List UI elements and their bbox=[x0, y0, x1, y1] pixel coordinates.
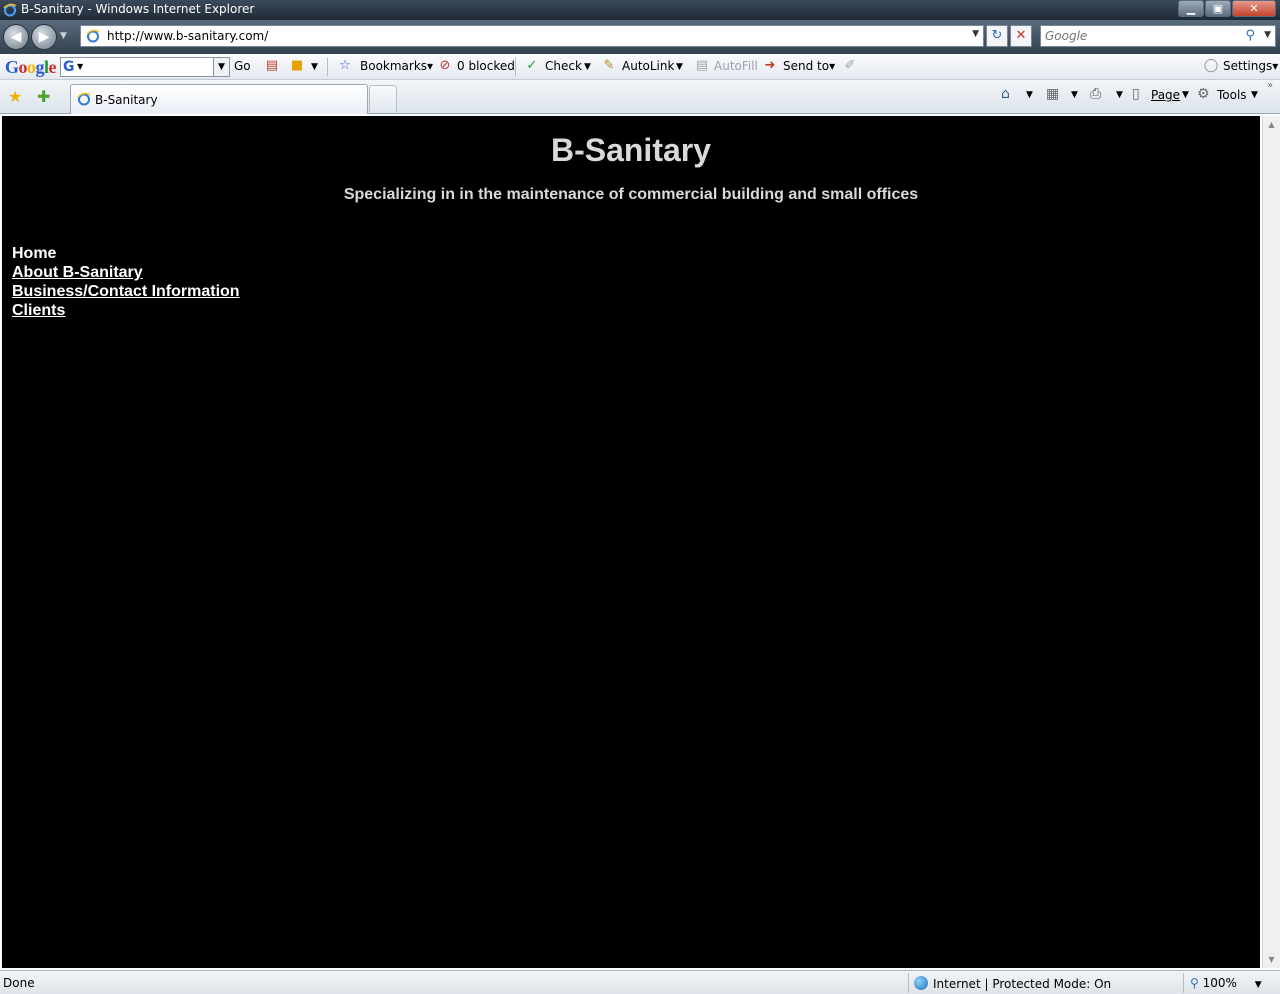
autolink-dropdown-icon[interactable]: ▼ bbox=[676, 62, 683, 72]
google-toolbar: Google G ▼ ▼ Go ▤ ■ ▼ ☆ Bookmarks▾ ⊘ 0 b… bbox=[0, 54, 1280, 80]
highlighter-icon[interactable]: ✐ bbox=[842, 58, 858, 74]
scroll-down-arrow-icon[interactable]: ▼ bbox=[1263, 951, 1280, 968]
vertical-scrollbar[interactable]: ▲ ▼ bbox=[1262, 116, 1280, 968]
page-content: B-Sanitary Specializing in in the mainte… bbox=[2, 116, 1260, 968]
google-go-button[interactable]: Go bbox=[234, 59, 251, 73]
tab-label: B-Sanitary bbox=[95, 93, 158, 107]
print-icon[interactable]: ⎙ bbox=[1090, 86, 1101, 102]
popular-icon[interactable]: ■ bbox=[289, 58, 305, 74]
google-g-dropdown-icon[interactable]: ▼ bbox=[77, 62, 83, 71]
status-separator bbox=[1183, 973, 1184, 993]
nav-home: Home bbox=[12, 245, 57, 262]
settings-icon[interactable]: ◯ bbox=[1203, 58, 1219, 74]
home-icon[interactable]: ⌂ bbox=[1001, 86, 1010, 102]
zoom-dropdown-icon[interactable]: ▼ bbox=[1255, 980, 1262, 990]
site-navigation: Home About B-Sanitary Business/Contact I… bbox=[12, 244, 240, 320]
news-icon[interactable]: ▤ bbox=[264, 58, 280, 74]
google-g-icon[interactable]: G bbox=[63, 59, 75, 75]
page-icon bbox=[86, 29, 100, 43]
forward-button[interactable]: ▶ bbox=[31, 24, 57, 50]
google-logo[interactable]: Google bbox=[5, 57, 57, 78]
tab-b-sanitary[interactable]: B-Sanitary bbox=[70, 84, 368, 114]
feeds-icon[interactable]: ▦ bbox=[1046, 86, 1059, 102]
autolink-button[interactable]: AutoLink bbox=[622, 59, 674, 73]
page-dropdown-icon[interactable]: ▼ bbox=[1182, 90, 1189, 100]
nav-link-clients[interactable]: Clients bbox=[12, 302, 65, 319]
autofill-button[interactable]: AutoFill bbox=[714, 59, 758, 73]
page-menu-button[interactable]: Page bbox=[1151, 88, 1180, 102]
tools-gear-icon[interactable]: ⚙ bbox=[1197, 86, 1210, 102]
window-controls: ▁ ▣ ✕ bbox=[1177, 0, 1276, 18]
feeds-dropdown-icon[interactable]: ▼ bbox=[1071, 90, 1078, 100]
check-dropdown-icon[interactable]: ▼ bbox=[584, 62, 591, 72]
toolbar-separator bbox=[515, 58, 516, 76]
bookmarks-button[interactable]: Bookmarks▾ bbox=[360, 59, 433, 73]
google-search-input[interactable]: G ▼ ▼ bbox=[60, 57, 230, 77]
ie-logo-icon bbox=[3, 3, 17, 17]
security-zone[interactable]: Internet | Protected Mode: On bbox=[914, 976, 1111, 991]
settings-button[interactable]: Settings▾ bbox=[1223, 59, 1278, 73]
autolink-wand-icon[interactable]: ✎ bbox=[601, 58, 617, 74]
nav-link-about[interactable]: About B-Sanitary bbox=[12, 264, 143, 281]
more-dropdown-icon[interactable]: ▼ bbox=[311, 62, 318, 72]
recent-pages-dropdown-icon[interactable]: ▼ bbox=[60, 31, 67, 41]
address-dropdown-icon[interactable]: ▼ bbox=[972, 29, 979, 39]
add-favorites-icon[interactable]: ✚ bbox=[37, 87, 50, 106]
refresh-button[interactable]: ↻ bbox=[986, 25, 1008, 47]
window-title: B-Sanitary - Windows Internet Explorer bbox=[21, 2, 255, 16]
google-search-dropdown-icon[interactable]: ▼ bbox=[213, 58, 229, 76]
search-options-dropdown-icon[interactable]: ▼ bbox=[1264, 30, 1271, 40]
zoom-value: 100% bbox=[1202, 976, 1237, 990]
bookmarks-star-icon[interactable]: ☆ bbox=[337, 58, 353, 74]
minimize-button[interactable]: ▁ bbox=[1178, 0, 1204, 17]
send-to-icon[interactable]: ➜ bbox=[762, 58, 778, 74]
close-button[interactable]: ✕ bbox=[1232, 0, 1276, 17]
print-dropdown-icon[interactable]: ▼ bbox=[1116, 90, 1123, 100]
scroll-up-arrow-icon[interactable]: ▲ bbox=[1263, 116, 1280, 133]
back-button[interactable]: ◀ bbox=[3, 24, 29, 50]
tab-bar: ★ ✚ B-Sanitary ⌂ ▼ ▦ ▼ ⎙ ▼ ▯ Page ▼ ⚙ To… bbox=[0, 80, 1280, 114]
site-subtitle: Specializing in in the maintenance of co… bbox=[343, 186, 919, 203]
new-tab-button[interactable] bbox=[369, 85, 397, 112]
nav-link-business-contact[interactable]: Business/Contact Information bbox=[12, 283, 240, 300]
ie-page-icon bbox=[77, 92, 91, 106]
status-text: Done bbox=[3, 976, 35, 990]
search-input[interactable] bbox=[1045, 28, 1235, 44]
maximize-button[interactable]: ▣ bbox=[1205, 0, 1231, 17]
favorites-star-icon[interactable]: ★ bbox=[8, 87, 22, 106]
zoom-magnifier-icon: ⚲ bbox=[1190, 976, 1199, 990]
tools-dropdown-icon[interactable]: ▼ bbox=[1251, 90, 1258, 100]
site-title: B-Sanitary bbox=[550, 132, 712, 168]
page-menu-icon[interactable]: ▯ bbox=[1132, 86, 1140, 102]
search-box[interactable]: ⚲ ▼ bbox=[1040, 25, 1276, 47]
popup-blocked-count[interactable]: 0 blocked bbox=[457, 59, 515, 73]
stop-button[interactable]: ✕ bbox=[1010, 25, 1032, 47]
globe-icon bbox=[914, 976, 928, 990]
search-icon[interactable]: ⚲ bbox=[1245, 28, 1255, 43]
address-url[interactable]: http://www.b-sanitary.com/ bbox=[107, 29, 268, 43]
chevron-overflow-icon[interactable]: » bbox=[1267, 80, 1273, 91]
security-zone-label: Internet | Protected Mode: On bbox=[933, 977, 1112, 991]
address-bar[interactable]: http://www.b-sanitary.com/ ▼ bbox=[80, 25, 984, 47]
popup-blocker-icon[interactable]: ⊘ bbox=[437, 58, 453, 74]
status-separator bbox=[908, 973, 909, 993]
status-bar: Done Internet | Protected Mode: On ⚲ 100… bbox=[0, 970, 1280, 994]
window-title-bar: B-Sanitary - Windows Internet Explorer ▁… bbox=[0, 0, 1280, 20]
tools-menu-button[interactable]: Tools bbox=[1217, 88, 1247, 102]
spellcheck-icon[interactable]: ✓ bbox=[524, 58, 540, 74]
autofill-icon[interactable]: ▤ bbox=[694, 58, 710, 74]
send-to-button[interactable]: Send to▾ bbox=[783, 59, 835, 73]
zoom-level[interactable]: ⚲ 100% ▼ bbox=[1190, 976, 1262, 990]
home-dropdown-icon[interactable]: ▼ bbox=[1026, 90, 1033, 100]
toolbar-separator bbox=[327, 58, 328, 76]
check-button[interactable]: Check bbox=[545, 59, 582, 73]
navigation-bar: ◀ ▶ ▼ http://www.b-sanitary.com/ ▼ ↻ ✕ ⚲… bbox=[0, 20, 1280, 54]
